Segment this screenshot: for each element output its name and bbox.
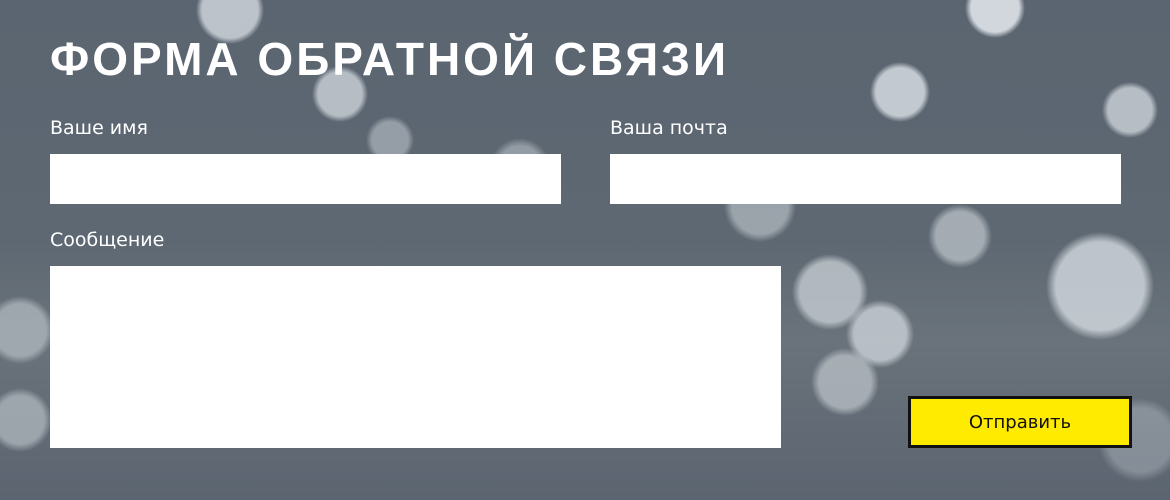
submit-button[interactable]: Отправить	[908, 396, 1132, 448]
email-input[interactable]	[610, 154, 1121, 204]
message-label: Сообщение	[50, 229, 165, 251]
feedback-form: ФОРМА ОБРАТНОЙ СВЯЗИ Ваше имя Ваша почта…	[0, 0, 1170, 500]
message-textarea[interactable]	[50, 266, 781, 448]
email-label: Ваша почта	[610, 117, 728, 139]
form-title: ФОРМА ОБРАТНОЙ СВЯЗИ	[50, 33, 730, 85]
name-input[interactable]	[50, 154, 561, 204]
name-label: Ваше имя	[50, 117, 148, 139]
